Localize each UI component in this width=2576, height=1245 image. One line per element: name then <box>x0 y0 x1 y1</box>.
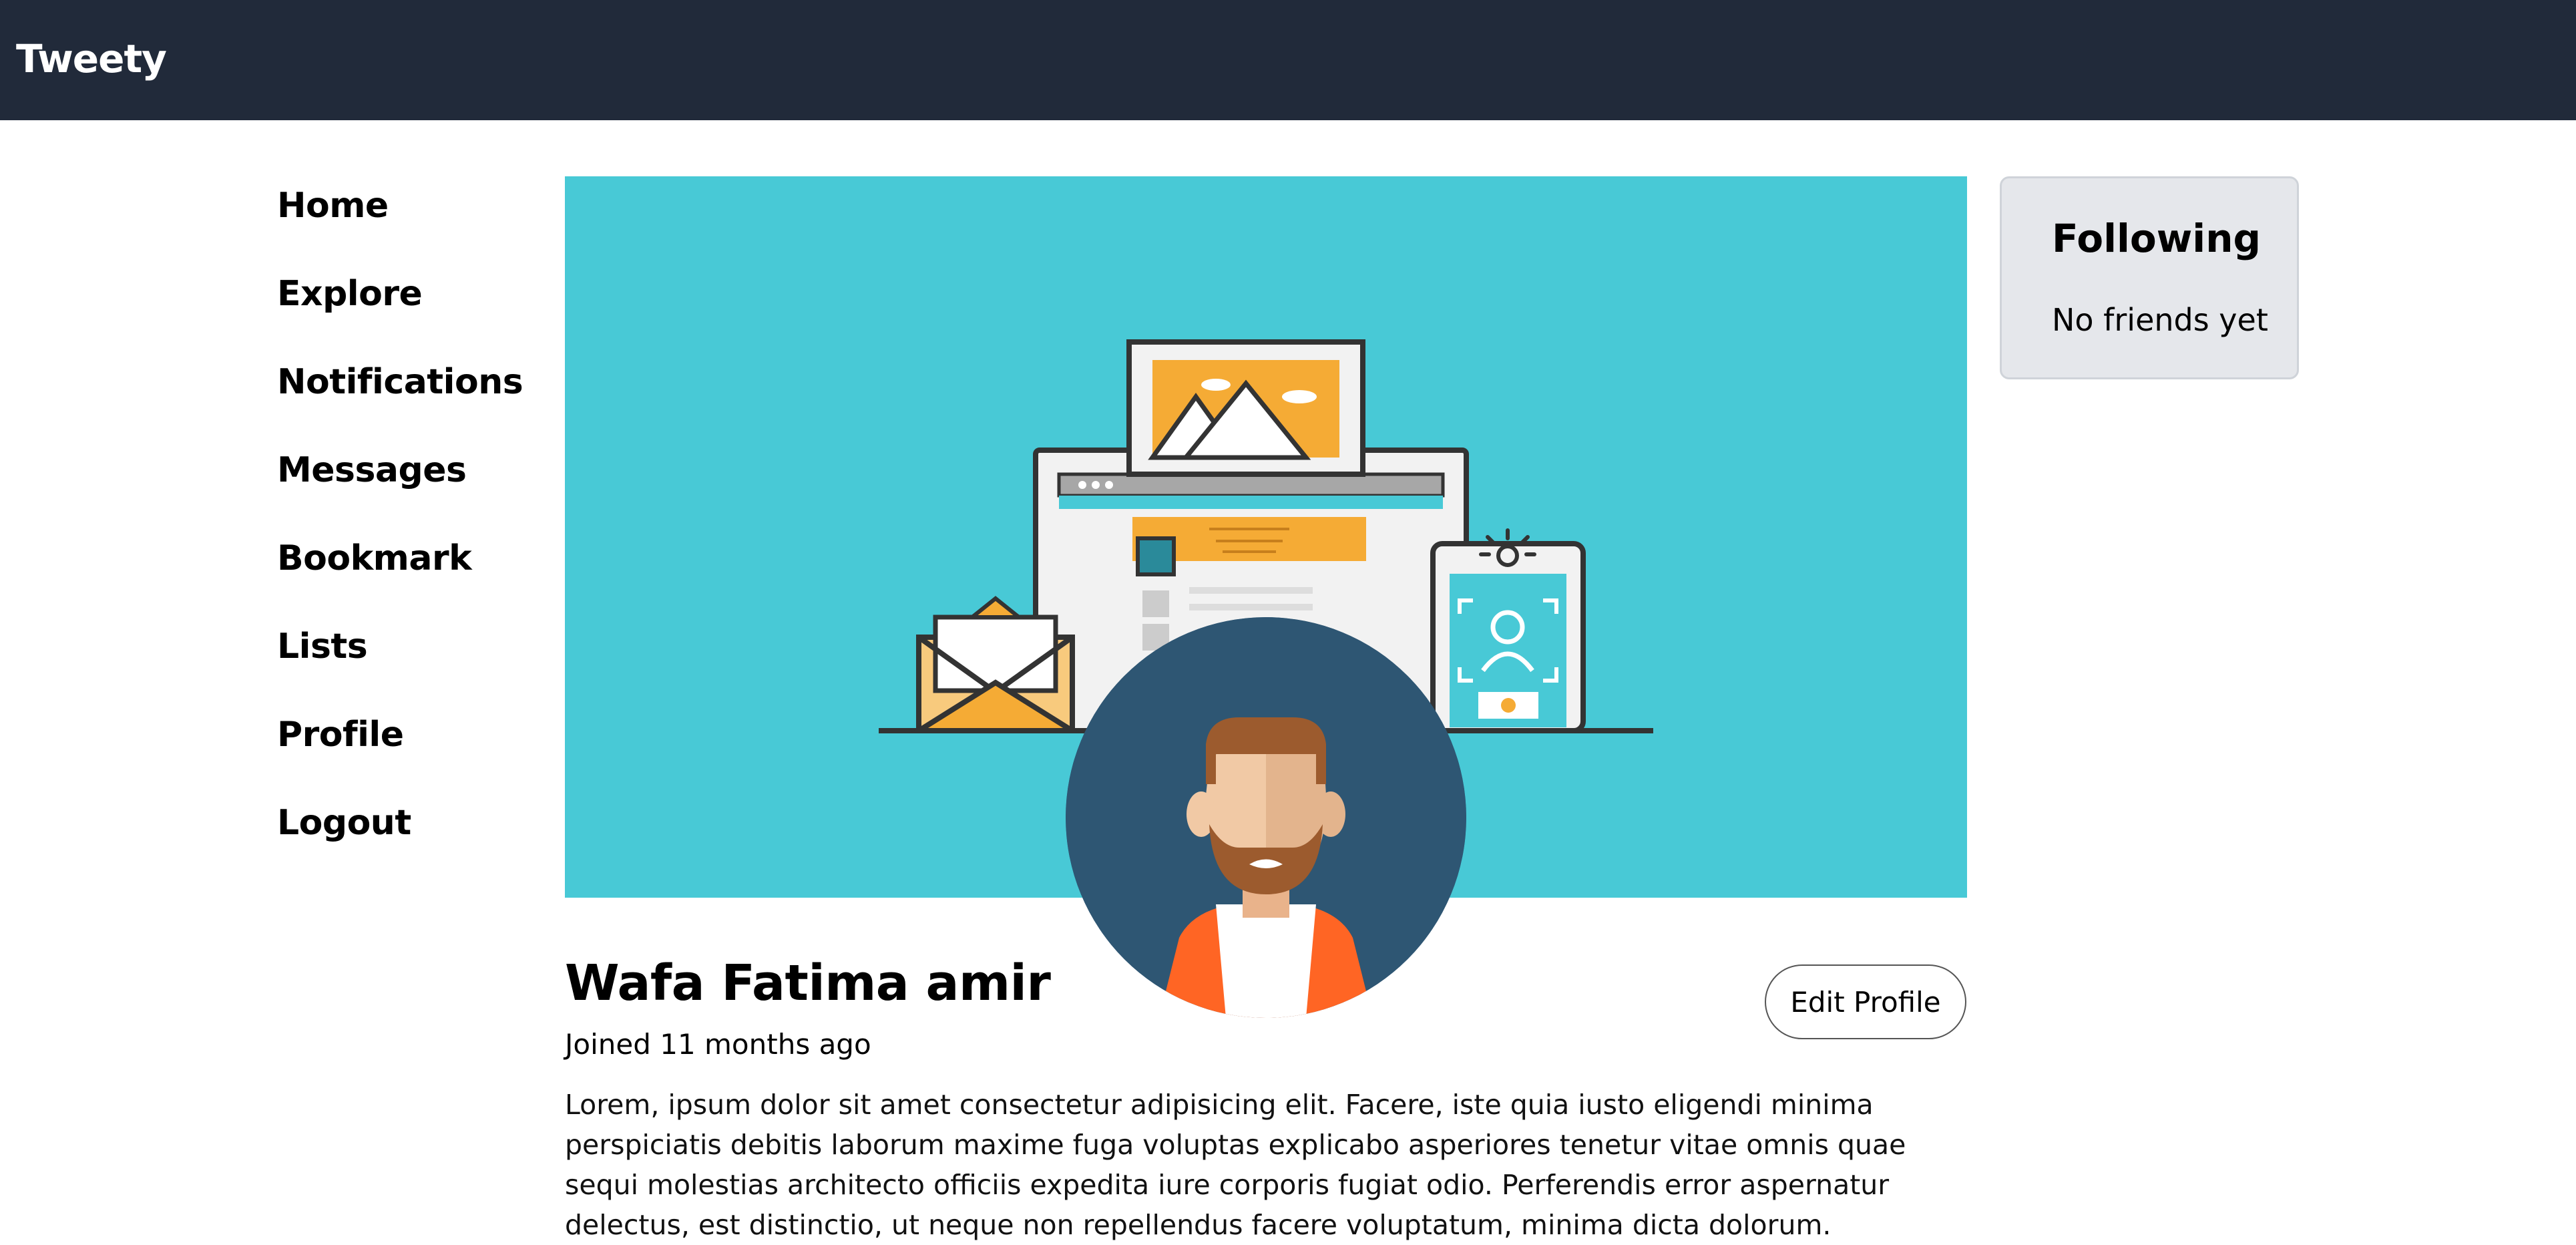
sidebar-item-notifications[interactable]: Notifications <box>277 355 531 443</box>
sidebar-item-lists[interactable]: Lists <box>277 620 531 708</box>
top-navbar: Tweety <box>0 0 2576 120</box>
sidebar-nav: Home Explore Notifications Messages Book… <box>277 179 531 884</box>
sidebar-item-explore[interactable]: Explore <box>277 267 531 355</box>
following-empty-text: No friends yet <box>2052 302 2268 338</box>
following-panel: Following No friends yet <box>2000 176 2299 379</box>
profile-avatar[interactable] <box>1066 617 1466 1018</box>
sidebar-item-profile[interactable]: Profile <box>277 708 531 796</box>
user-avatar-illustration <box>1066 617 1466 1018</box>
profile-bio: Lorem, ipsum dolor sit amet consectetur … <box>565 1089 1906 1241</box>
following-title: Following <box>2052 216 2261 261</box>
sidebar-item-bookmark[interactable]: Bookmark <box>277 532 531 620</box>
sidebar-item-home[interactable]: Home <box>277 179 531 267</box>
joined-date: Joined 11 months ago <box>565 1028 871 1061</box>
brand-logo-text[interactable]: Tweety <box>16 35 167 83</box>
edit-profile-button[interactable]: Edit Profile <box>1765 964 1966 1039</box>
sidebar-item-logout[interactable]: Logout <box>277 796 531 884</box>
sidebar-item-messages[interactable]: Messages <box>277 443 531 532</box>
profile-name: Wafa Fatima amir <box>565 954 1051 1012</box>
